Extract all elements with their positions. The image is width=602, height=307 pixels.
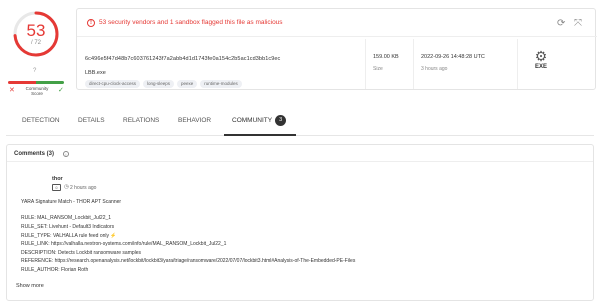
- last-analysis-date: 2022-09-26 14:48:28 UTC: [421, 54, 485, 60]
- tab-detection[interactable]: DETECTION: [22, 117, 60, 124]
- divider: [365, 39, 366, 89]
- comment-line: RULE_AUTHOR: Florian Roth: [21, 267, 89, 273]
- comment-time: 2 hours ago: [70, 185, 97, 191]
- tab-behavior[interactable]: BEHAVIOR: [178, 117, 211, 124]
- community-score-label: Community Score: [25, 86, 49, 96]
- tag-chip[interactable]: long-sleeps: [143, 80, 175, 88]
- file-summary-card: ! 53 security vendors and 1 sandbox flag…: [76, 8, 597, 90]
- active-tab-indicator: [224, 134, 296, 136]
- comment-line: RULE_TYPE: VALHALLA rule feed only ⚡: [21, 233, 117, 239]
- malicious-alert-banner: ! 53 security vendors and 1 sandbox flag…: [77, 9, 597, 37]
- comment-line: RULE_SET: Livehunt - Default3 Indicators: [21, 224, 115, 230]
- tag-chip[interactable]: peexe: [177, 80, 198, 88]
- tab-community-label: COMMUNITY: [232, 117, 273, 125]
- comment-author[interactable]: thor: [52, 176, 63, 182]
- comment-line: YARA Signature Match - THOR APT Scanner: [21, 199, 122, 205]
- file-type-label: EXE: [534, 64, 547, 70]
- info-icon[interactable]: i: [63, 151, 69, 157]
- file-type-badge: ⚙ EXE: [529, 49, 553, 79]
- section-tabs: DETECTION DETAILS RELATIONS BEHAVIOR COM…: [6, 108, 594, 136]
- last-analysis-relative: 3 hours ago: [421, 66, 448, 72]
- alert-circle-icon: !: [87, 19, 95, 27]
- tab-relations[interactable]: RELATIONS: [123, 117, 159, 124]
- comments-header: Comments (3) i: [7, 145, 593, 162]
- comment-line: DESCRIPTION: Detects Lockbit ransomware …: [21, 250, 142, 256]
- comment-line: REFERENCE: https://research.openanalysis…: [21, 258, 356, 264]
- tab-details[interactable]: DETAILS: [78, 117, 105, 124]
- score-panel: 53 / 72 ? ✕ Community Score ✓: [0, 0, 72, 100]
- comment-line: RULE_LINK: https://valhalla.nextron-syst…: [21, 241, 227, 247]
- alert-text: 53 security vendors and 1 sandbox flagge…: [99, 19, 283, 26]
- show-more-link[interactable]: Show more: [16, 283, 44, 289]
- similar-graph-icon[interactable]: ⤧: [574, 18, 582, 29]
- tab-community[interactable]: COMMUNITY 3: [232, 115, 287, 126]
- vote-harmless-icon[interactable]: ✓: [58, 86, 64, 94]
- community-score-value: ?: [33, 68, 37, 74]
- file-size-label: Size: [373, 66, 383, 72]
- file-name: LBB.exe: [85, 70, 106, 76]
- clock-icon: ◷: [64, 184, 69, 190]
- file-tags: direct-cpu-clock-access long-sleeps peex…: [85, 80, 242, 88]
- reanalyze-icon[interactable]: ⟳: [557, 18, 565, 29]
- file-hash[interactable]: 6c496e5f47d48b7c603761243f7a2abb4d1d1743…: [85, 56, 280, 62]
- comment-line: RULE: MAL_RANSOM_Lockbit_Jul22_1: [21, 215, 112, 221]
- community-score-bar: [8, 81, 64, 84]
- avatar[interactable]: ☺: [52, 184, 61, 191]
- gear-icon: ⚙: [534, 48, 548, 64]
- detection-count: 53: [26, 21, 46, 40]
- divider: [413, 39, 414, 89]
- file-size-value: 159.00 KB: [373, 54, 399, 60]
- divider: [517, 39, 518, 89]
- comments-title: Comments (3): [14, 151, 55, 157]
- detection-total: / 72: [30, 40, 41, 46]
- tag-chip[interactable]: runtime-modules: [200, 80, 242, 88]
- comment-count-badge: 3: [275, 115, 287, 126]
- tag-chip[interactable]: direct-cpu-clock-access: [85, 80, 141, 88]
- comments-panel: Comments (3) i thor ☺ ◷ 2 hours ago YARA…: [6, 144, 594, 301]
- vote-malicious-icon[interactable]: ✕: [9, 86, 15, 94]
